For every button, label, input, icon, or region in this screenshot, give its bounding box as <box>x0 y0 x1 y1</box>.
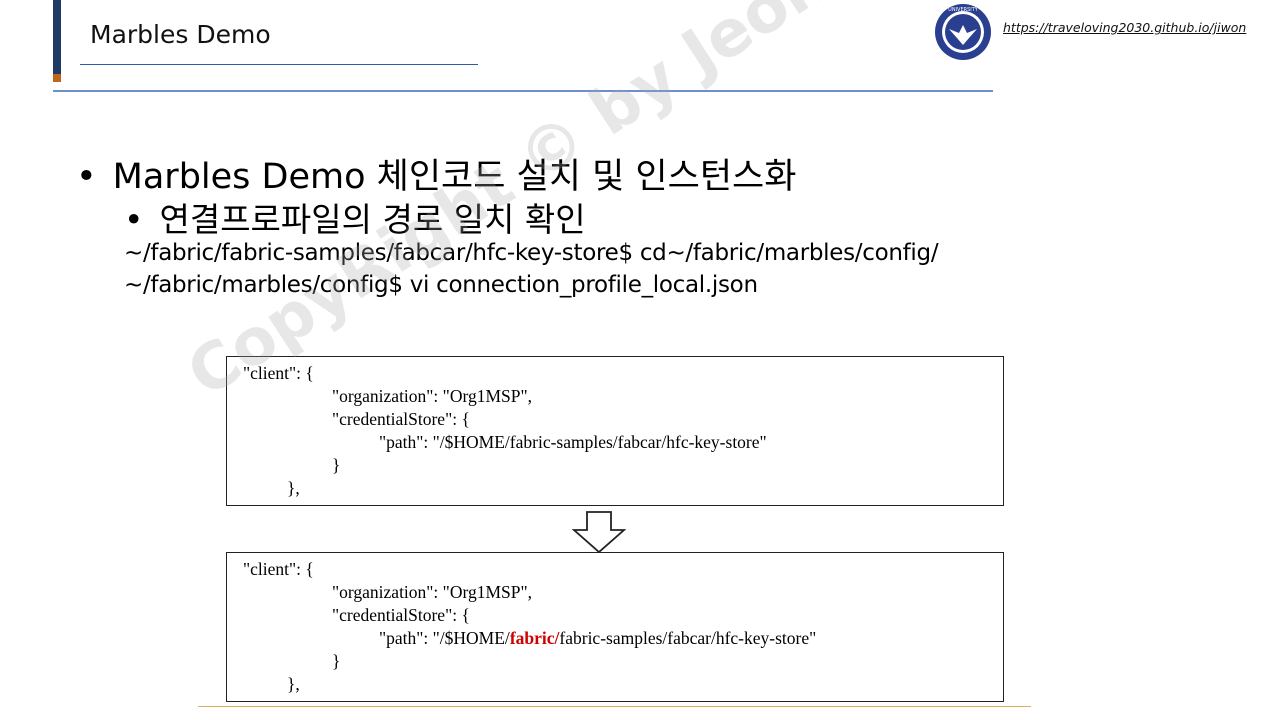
code-after-box: "client": { "organization": "Org1MSP", "… <box>226 552 1004 702</box>
bullet-level2-text: 연결프로파일의 경로 일치 확인 <box>159 200 586 239</box>
left-accent-marker <box>53 74 61 82</box>
code-line: } <box>332 651 341 671</box>
down-arrow-icon <box>571 511 627 554</box>
bullet-level1-text: Marbles Demo 체인코드 설치 및 인스턴스화 <box>112 157 797 197</box>
code-line: "organization": "Org1MSP", <box>332 386 533 406</box>
svg-text:UNIVERSITY: UNIVERSITY <box>948 7 979 13</box>
code-line: "path": "/$HOME/fabric-samples/fabcar/hf… <box>379 432 767 452</box>
code-before-box: "client": { "organization": "Org1MSP", "… <box>226 356 1004 506</box>
command-line: ~/fabric/fabric-samples/fabcar/hfc-key-s… <box>124 240 939 266</box>
code-line: "credentialStore": { <box>332 605 470 625</box>
bullet-level1: • Marbles Demo 체인코드 설치 및 인스턴스화 <box>76 148 796 199</box>
code-line: "client": { <box>243 363 314 383</box>
code-path-highlight: fabric/ <box>509 628 560 648</box>
bullet-dot: • <box>76 157 97 197</box>
code-path-prefix: "path": "/$HOME/ <box>379 628 510 648</box>
bullet-dot: • <box>124 200 144 239</box>
university-logo: UNIVERSITY <box>935 4 991 60</box>
left-accent-bar <box>53 0 61 80</box>
header-divider <box>53 90 993 92</box>
title-underline <box>80 64 478 65</box>
code-path-suffix: fabric-samples/fabcar/hfc-key-store" <box>559 628 817 648</box>
code-line: } <box>332 455 341 475</box>
command-line: ~/fabric/marbles/config$ vi connection_p… <box>124 272 758 298</box>
code-line: "path": "/$HOME/fabric/fabric-samples/fa… <box>379 628 816 649</box>
code-line: "credentialStore": { <box>332 409 470 429</box>
bullet-level2: • 연결프로파일의 경로 일치 확인 <box>124 193 586 241</box>
code-line: }, <box>287 478 300 498</box>
code-line: }, <box>287 674 300 694</box>
site-url-link[interactable]: https://traveloving2030.github.io/jiwon <box>1003 20 1246 35</box>
footer-divider <box>198 706 1031 707</box>
code-line: "client": { <box>243 559 314 579</box>
code-line: "organization": "Org1MSP", <box>332 582 533 602</box>
slide-title: Marbles Demo <box>90 20 271 49</box>
